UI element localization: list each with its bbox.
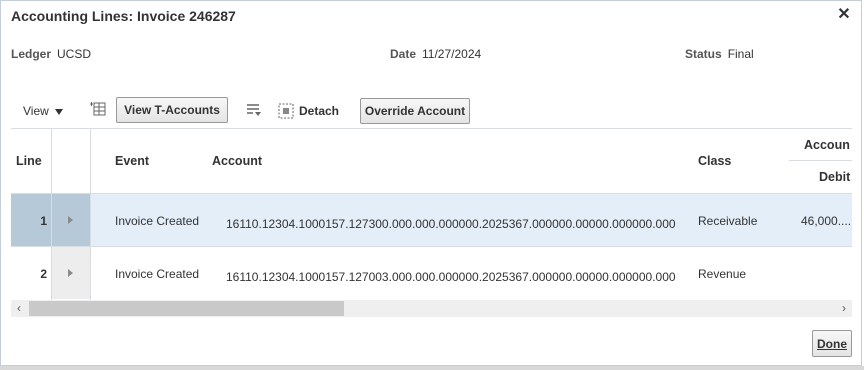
- accounting-lines-table: Line Event Account Class Accoun Debit 1 …: [11, 128, 852, 318]
- column-divider: [90, 128, 91, 300]
- background-strip: [0, 366, 864, 370]
- column-header-debit[interactable]: Debit: [819, 170, 850, 184]
- ledger-field: Ledger UCSD: [11, 47, 91, 61]
- row-event: Invoice Created: [115, 214, 200, 228]
- detach-button[interactable]: Detach: [299, 104, 339, 118]
- column-divider: [51, 128, 52, 300]
- scroll-left-icon[interactable]: ‹: [11, 300, 27, 317]
- chevron-down-icon: [54, 108, 63, 115]
- accounting-lines-dialog: Accounting Lines: Invoice 246287 ✕ Ledge…: [0, 0, 862, 366]
- status-value: Final: [727, 47, 754, 61]
- view-t-accounts-button[interactable]: View T-Accounts: [116, 97, 228, 123]
- date-value: 11/27/2024: [422, 47, 482, 61]
- dialog-title: Accounting Lines: Invoice 246287: [11, 8, 236, 24]
- row-class: Receivable: [698, 214, 758, 228]
- scroll-right-icon[interactable]: ›: [836, 300, 852, 317]
- scrollbar-thumb[interactable]: [29, 301, 344, 316]
- row-divider: [11, 246, 852, 247]
- detach-icon[interactable]: [277, 102, 295, 120]
- horizontal-scrollbar[interactable]: ‹ ›: [11, 300, 852, 317]
- expand-row-icon: [68, 269, 73, 277]
- status-field: Status Final: [685, 47, 754, 61]
- table-top-border: [11, 128, 852, 129]
- row-account: 16110.12304.1000157.127003.000.000.00000…: [226, 270, 676, 284]
- row-class: Revenue: [698, 267, 747, 281]
- row-debit: 46,000....: [801, 214, 852, 228]
- column-header-line[interactable]: Line: [16, 154, 42, 168]
- row-account: 16110.12304.1000157.127300.000.000.00000…: [226, 217, 676, 231]
- row-event: Invoice Created: [115, 267, 200, 281]
- freeze-columns-icon[interactable]: [89, 101, 107, 119]
- column-header-event[interactable]: Event: [115, 154, 149, 168]
- wrap-icon[interactable]: [245, 102, 263, 120]
- override-account-button[interactable]: Override Account: [360, 98, 470, 124]
- column-header-class[interactable]: Class: [698, 154, 731, 168]
- expand-row-icon: [68, 216, 73, 224]
- date-label: Date: [390, 47, 417, 61]
- ledger-value: UCSD: [57, 47, 92, 61]
- accounted-group-divider: [789, 160, 852, 161]
- row-line-number: 1: [40, 214, 47, 228]
- date-field: Date 11/27/2024: [390, 47, 481, 61]
- column-header-account[interactable]: Account: [212, 154, 262, 168]
- row-line-number: 2: [40, 267, 47, 281]
- status-label: Status: [685, 47, 722, 61]
- done-button[interactable]: Done: [812, 330, 852, 357]
- view-menu[interactable]: View: [23, 104, 63, 118]
- close-icon[interactable]: ✕: [835, 6, 853, 24]
- view-menu-label: View: [23, 104, 49, 118]
- ledger-label: Ledger: [11, 47, 52, 61]
- column-header-accounted-group[interactable]: Accoun: [804, 138, 850, 152]
